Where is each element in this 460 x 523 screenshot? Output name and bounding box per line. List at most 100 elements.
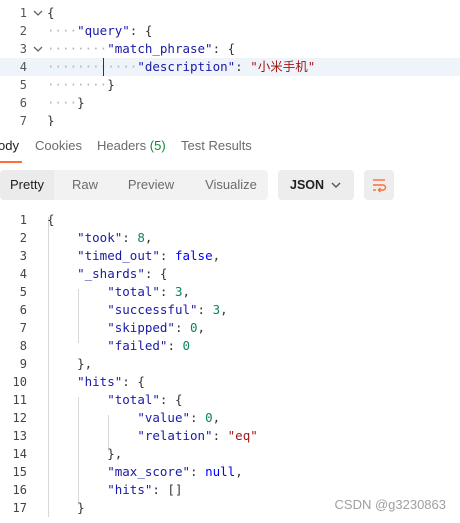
code-token: 0 bbox=[190, 320, 198, 335]
wrap-lines-button[interactable] bbox=[364, 170, 394, 200]
tab-test-results[interactable]: Test Results bbox=[181, 138, 252, 153]
code-token: : { bbox=[144, 266, 168, 281]
line-number: 5 bbox=[19, 285, 27, 299]
code-text: ············"description": "小米手机" bbox=[47, 58, 315, 76]
view-raw-button[interactable]: Raw bbox=[60, 170, 110, 200]
code-token: "eq" bbox=[227, 428, 258, 443]
code-token: : bbox=[174, 320, 191, 335]
line-number: 10 bbox=[12, 375, 27, 389]
code-token: { bbox=[47, 5, 55, 20]
code-token: , bbox=[144, 230, 153, 245]
tab-cookies[interactable]: Cookies bbox=[35, 138, 82, 153]
tab-body[interactable]: ody bbox=[0, 138, 19, 153]
response-line: 2 "took": 8, bbox=[0, 229, 460, 247]
code-token: } bbox=[107, 77, 115, 92]
code-token: : { bbox=[129, 23, 153, 38]
code-token: "took" bbox=[77, 230, 123, 245]
line-number: 4 bbox=[19, 60, 27, 74]
code-token: : bbox=[197, 302, 213, 317]
code-token: ········ bbox=[47, 77, 108, 92]
code-text: ····"query": { bbox=[47, 22, 152, 40]
line-number: 7 bbox=[19, 114, 27, 126]
code-token: "failed" bbox=[107, 338, 168, 353]
code-token: } bbox=[77, 95, 85, 110]
code-token: : bbox=[235, 59, 251, 74]
code-token: "小米手机" bbox=[250, 59, 316, 74]
code-token: : bbox=[190, 410, 206, 425]
code-text: "max_score": null, bbox=[47, 463, 243, 481]
code-token: 3 bbox=[212, 302, 221, 317]
code-token: : bbox=[159, 248, 175, 263]
code-token: } bbox=[47, 113, 55, 126]
view-visualize-button[interactable]: Visualize bbox=[194, 170, 268, 200]
line-number: 3 bbox=[19, 249, 27, 263]
line-number: 16 bbox=[12, 483, 27, 497]
code-text: "hits": { bbox=[47, 373, 145, 391]
code-text: }, bbox=[47, 445, 122, 463]
line-number: 2 bbox=[19, 231, 27, 245]
code-text: "skipped": 0, bbox=[47, 319, 205, 337]
line-number: 8 bbox=[19, 339, 27, 353]
tab-headers[interactable]: Headers (5) bbox=[97, 138, 166, 153]
code-text: { bbox=[47, 4, 55, 22]
code-token: "max_score" bbox=[107, 464, 191, 479]
code-token: "relation" bbox=[137, 428, 213, 443]
code-text: "failed": 0 bbox=[47, 337, 190, 355]
editor-line: 3 ········"match_phrase": { bbox=[0, 40, 460, 58]
code-token: "hits" bbox=[77, 374, 123, 389]
code-text: "timed_out": false, bbox=[47, 247, 220, 265]
response-line: 11 "total": { bbox=[0, 391, 460, 409]
format-select[interactable]: JSON bbox=[278, 170, 354, 200]
code-text: "took": 8, bbox=[47, 229, 152, 247]
line-number: 4 bbox=[19, 267, 27, 281]
line-number: 15 bbox=[12, 465, 27, 479]
code-text: }, bbox=[47, 355, 92, 373]
view-pretty-button[interactable]: Pretty bbox=[0, 170, 54, 200]
line-number: 12 bbox=[12, 411, 27, 425]
code-token: : { bbox=[212, 41, 236, 56]
response-line: 6 "successful": 3, bbox=[0, 301, 460, 319]
response-body-viewer[interactable]: 1{2 "took": 8, 3 "timed_out": false, 4 "_s… bbox=[0, 208, 460, 523]
code-token: : bbox=[159, 284, 175, 299]
code-text: "total": { bbox=[47, 391, 182, 409]
code-token: { bbox=[47, 212, 55, 227]
wrap-lines-icon bbox=[364, 179, 394, 204]
code-text: "total": 3, bbox=[47, 283, 190, 301]
code-text: "hits": [] bbox=[47, 481, 182, 499]
line-number: 17 bbox=[12, 501, 27, 515]
line-number: 7 bbox=[19, 321, 27, 335]
editor-line: 1{ bbox=[0, 4, 460, 22]
tab-headers-label: Headers bbox=[97, 138, 147, 153]
code-token: "description" bbox=[137, 59, 236, 74]
code-text: "_shards": { bbox=[47, 265, 167, 283]
line-number: 1 bbox=[19, 6, 27, 20]
code-token: , bbox=[220, 302, 228, 317]
response-line: 1{ bbox=[0, 211, 460, 229]
code-text: ····} bbox=[47, 94, 85, 112]
line-number: 13 bbox=[12, 429, 27, 443]
code-text: ········"match_phrase": { bbox=[47, 40, 235, 58]
code-token: : [] bbox=[152, 482, 183, 497]
response-toolbar: Pretty Raw Preview Visualize JSON bbox=[0, 170, 460, 204]
code-token: "_shards" bbox=[77, 266, 145, 281]
line-number: 3 bbox=[19, 42, 27, 56]
headers-count-badge: (5) bbox=[149, 138, 166, 153]
view-preview-button[interactable]: Preview bbox=[118, 170, 184, 200]
response-line: 12 "value": 0, bbox=[0, 409, 460, 427]
editor-line: 7} bbox=[0, 112, 460, 126]
code-text: } bbox=[47, 499, 85, 517]
response-line: 4 "_shards": { bbox=[0, 265, 460, 283]
line-number: 9 bbox=[19, 357, 27, 371]
code-token: : bbox=[190, 464, 206, 479]
request-body-editor[interactable]: 1{2 ····"query": {3 ········"match_phrase"… bbox=[0, 0, 460, 126]
code-token: ············ bbox=[47, 59, 138, 74]
code-token: ···· bbox=[47, 23, 78, 38]
